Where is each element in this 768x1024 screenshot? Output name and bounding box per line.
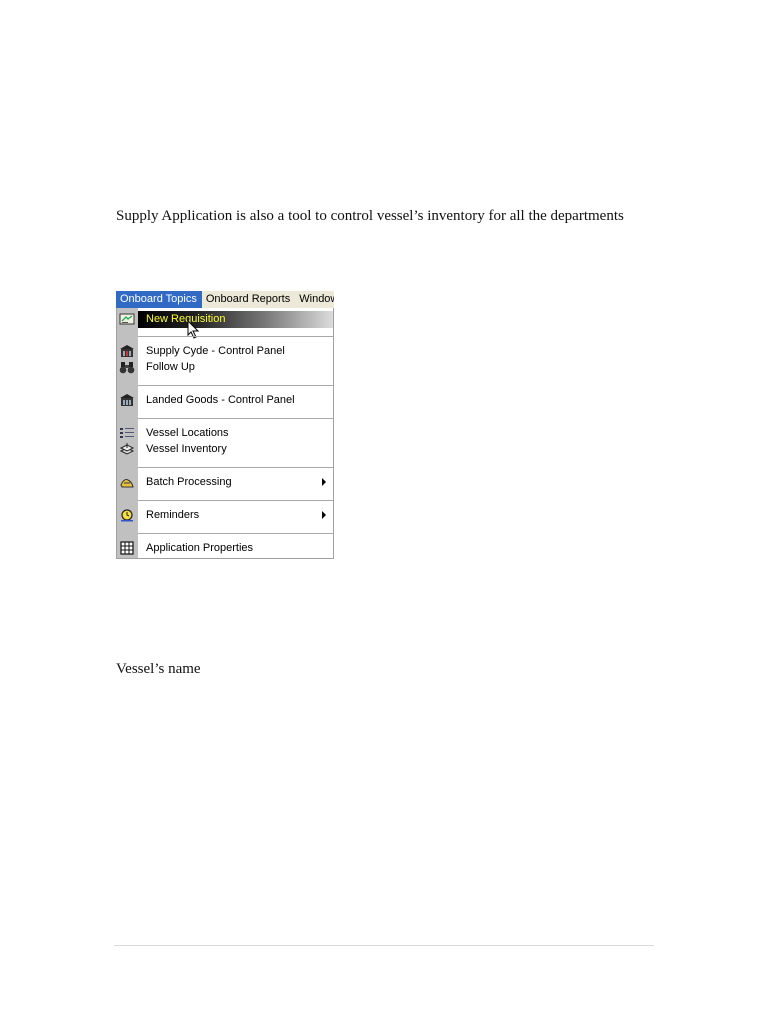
mouse-cursor-icon: [187, 320, 200, 339]
inventory-icon: [119, 443, 135, 455]
menu-separator: [138, 533, 333, 534]
menu-item-label: New Requisition: [146, 313, 226, 325]
menu-item-vessel-locations[interactable]: Vessel Locations: [117, 425, 333, 441]
menu-separator: [138, 500, 333, 501]
control-panel-icon: [120, 345, 134, 357]
menu-item-label: Supply Cyde - Control Panel: [146, 345, 285, 357]
locations-icon: [120, 428, 134, 438]
menu-item-vessel-inventory[interactable]: Vessel Inventory: [117, 441, 333, 457]
menu-item-reminders[interactable]: Reminders: [117, 507, 333, 523]
onboard-topics-dropdown: New Requisition Supply Cyde - Control Pa…: [116, 308, 334, 559]
menu-item-label: Vessel Inventory: [146, 443, 227, 455]
page-footer-rule: [114, 945, 654, 946]
menu-item-follow-up[interactable]: Follow Up: [117, 359, 333, 375]
batch-icon: [120, 479, 134, 488]
menu-item-label: Application Properties: [146, 542, 254, 554]
menu-onboard-reports[interactable]: Onboard Reports: [202, 291, 295, 308]
menu-item-label: Batch Processing: [146, 476, 232, 488]
menu-item-label: Follow Up: [146, 361, 195, 373]
reminder-icon: [121, 509, 133, 522]
menu-separator: [138, 336, 333, 337]
menu-separator: [138, 467, 333, 468]
menu-item-supply-cycle[interactable]: Supply Cyde - Control Panel: [117, 343, 333, 359]
menu-item-label: Vessel Locations: [146, 427, 229, 439]
requisition-icon: [119, 313, 135, 325]
menu-screenshot: Onboard Topics Onboard Reports Window Ne…: [116, 291, 334, 560]
menu-item-label: Landed Goods - Control Panel: [146, 394, 295, 406]
body-paragraph-vessel-name: Vessel’s name: [116, 661, 201, 677]
control-panel-icon: [120, 394, 134, 406]
binoculars-icon: [119, 362, 135, 374]
menu-onboard-topics[interactable]: Onboard Topics: [116, 291, 202, 308]
menu-item-landed-goods[interactable]: Landed Goods - Control Panel: [117, 392, 333, 408]
menu-item-batch-processing[interactable]: Batch Processing: [117, 474, 333, 490]
menu-item-application-properties[interactable]: Application Properties: [117, 540, 333, 556]
grid-icon: [120, 541, 134, 555]
menu-item-label: Reminders: [146, 509, 200, 521]
submenu-arrow-icon: [322, 511, 326, 519]
menu-separator: [138, 418, 333, 419]
submenu-arrow-icon: [322, 478, 326, 486]
menu-bar: Onboard Topics Onboard Reports Window: [116, 291, 334, 308]
menu-separator: [138, 385, 333, 386]
menu-window[interactable]: Window: [295, 291, 334, 308]
menu-item-new-requisition[interactable]: New Requisition: [117, 311, 333, 328]
body-paragraph-intro: Supply Application is also a tool to con…: [116, 208, 624, 224]
